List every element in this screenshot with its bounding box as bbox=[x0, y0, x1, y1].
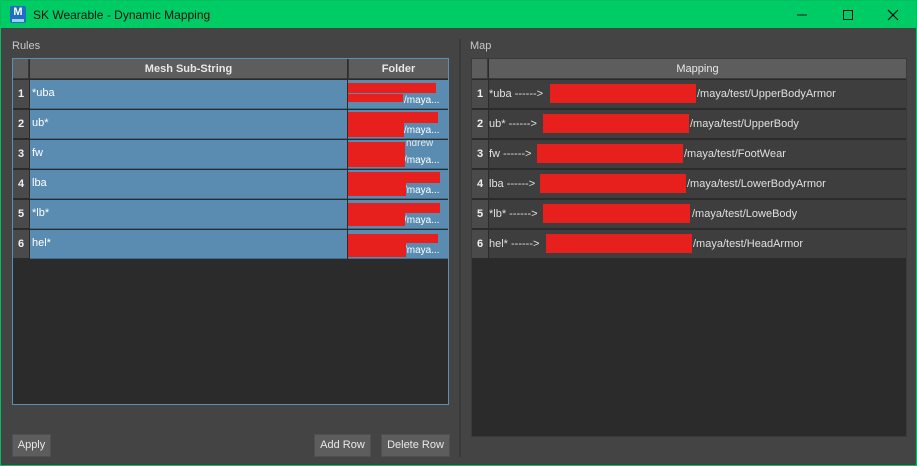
redaction-block bbox=[348, 234, 438, 243]
folder-cell[interactable]: /maya... bbox=[348, 200, 448, 229]
mapping-cell[interactable]: lba ------> /maya/test/LowerBodyArmor bbox=[489, 170, 906, 199]
mesh-cell[interactable]: lba bbox=[30, 170, 347, 199]
row-header[interactable]: 3 bbox=[13, 140, 29, 169]
folder-path-text: /maya... bbox=[404, 155, 440, 166]
maximize-icon bbox=[843, 10, 853, 20]
rules-label: Rules bbox=[12, 40, 41, 52]
apply-button[interactable]: Apply bbox=[12, 434, 51, 457]
redaction-block bbox=[543, 204, 690, 223]
folder-cell[interactable]: /maya... bbox=[348, 170, 448, 199]
mapping-prefix: hel* ------> bbox=[489, 238, 540, 250]
mapping-prefix: lba ------> bbox=[489, 178, 536, 190]
row-header[interactable]: 2 bbox=[13, 110, 29, 139]
row-header[interactable]: 4 bbox=[472, 170, 488, 199]
row-header[interactable]: 4 bbox=[13, 170, 29, 199]
folder-cell[interactable]: /maya... bbox=[348, 110, 448, 139]
row-header[interactable]: 5 bbox=[13, 200, 29, 229]
row-header[interactable]: 6 bbox=[472, 230, 488, 259]
folder-path-text: /maya... bbox=[404, 215, 440, 226]
redaction-block bbox=[550, 84, 696, 103]
redaction-block bbox=[348, 172, 440, 183]
mapping-prefix: ub* ------> bbox=[489, 118, 537, 130]
folder-path-text: /maya... bbox=[404, 125, 440, 136]
close-button[interactable] bbox=[870, 1, 916, 28]
redaction-block bbox=[348, 203, 440, 213]
map-label: Map bbox=[470, 40, 492, 52]
mapping-prefix: *uba ------> bbox=[489, 88, 544, 100]
folder-path-text: /maya... bbox=[404, 245, 440, 256]
mesh-cell[interactable]: *uba bbox=[30, 80, 347, 109]
redaction-block bbox=[348, 83, 436, 93]
folder-cell[interactable]: /maya... bbox=[348, 230, 448, 259]
mapping-cell[interactable]: fw ------> /maya/test/FootWear bbox=[489, 140, 906, 169]
app-icon: M bbox=[10, 6, 26, 23]
redaction-block bbox=[348, 112, 438, 123]
mapping-path: /maya/test/LowerBodyArmor bbox=[687, 178, 826, 190]
minimize-icon bbox=[797, 14, 807, 16]
row-header[interactable]: 1 bbox=[472, 80, 488, 109]
row-header[interactable]: 5 bbox=[472, 200, 488, 229]
delete-row-button[interactable]: Delete Row bbox=[381, 434, 450, 457]
mapping-path: /maya/test/LoweBody bbox=[692, 208, 798, 220]
rules-table[interactable]: Mesh Sub-String Folder 1 *uba /maya... 2… bbox=[12, 58, 449, 405]
redaction-block bbox=[546, 234, 692, 253]
redaction-block bbox=[348, 183, 406, 196]
mapping-prefix: fw ------> bbox=[489, 148, 532, 160]
mesh-cell[interactable]: hel* bbox=[30, 230, 347, 259]
row-header[interactable]: 2 bbox=[472, 110, 488, 139]
redaction-block bbox=[348, 142, 405, 167]
mapping-path: /maya/test/UpperBodyArmor bbox=[697, 88, 836, 100]
mapping-cell[interactable]: hel* ------> /maya/test/HeadArmor bbox=[489, 230, 906, 259]
row-header[interactable]: 1 bbox=[13, 80, 29, 109]
panel-splitter[interactable] bbox=[459, 39, 461, 457]
map-table[interactable]: Mapping 1 *uba ------> /maya/test/UpperB… bbox=[471, 58, 907, 437]
folder-path-text: /maya... bbox=[404, 185, 440, 196]
folder-cell[interactable]: /maya... bbox=[348, 80, 448, 109]
title-bar[interactable]: M SK Wearable - Dynamic Mapping bbox=[1, 1, 916, 28]
minimize-button[interactable] bbox=[779, 1, 825, 28]
maximize-button[interactable] bbox=[825, 1, 871, 28]
redaction-block bbox=[540, 174, 686, 193]
table-corner[interactable] bbox=[13, 59, 29, 79]
mapping-path: /maya/test/UpperBody bbox=[690, 118, 799, 130]
mesh-cell[interactable]: fw bbox=[30, 140, 347, 169]
redaction-block bbox=[348, 94, 403, 102]
folder-path-text: /maya... bbox=[404, 95, 440, 106]
folder-column-header[interactable]: Folder bbox=[348, 59, 448, 79]
mesh-column-header[interactable]: Mesh Sub-String bbox=[30, 59, 347, 79]
redaction-block bbox=[348, 123, 404, 137]
mapping-cell[interactable]: *uba ------> /maya/test/UpperBodyArmor bbox=[489, 80, 906, 109]
mesh-cell[interactable]: ub* bbox=[30, 110, 347, 139]
close-icon bbox=[887, 9, 899, 21]
mapping-cell[interactable]: ub* ------> /maya/test/UpperBody bbox=[489, 110, 906, 139]
table-corner[interactable] bbox=[472, 59, 488, 79]
row-header[interactable]: 3 bbox=[472, 140, 488, 169]
redaction-block bbox=[537, 144, 683, 163]
add-row-button[interactable]: Add Row bbox=[314, 434, 371, 457]
row-header[interactable]: 6 bbox=[13, 230, 29, 259]
mapping-path: /maya/test/HeadArmor bbox=[693, 238, 804, 250]
mapping-column-header[interactable]: Mapping bbox=[489, 59, 906, 79]
mesh-cell[interactable]: *lb* bbox=[30, 200, 347, 229]
folder-cell[interactable]: ndrew /maya... bbox=[348, 140, 448, 169]
mapping-path: /maya/test/FootWear bbox=[684, 148, 786, 160]
redaction-block bbox=[348, 243, 406, 257]
window-title: SK Wearable - Dynamic Mapping bbox=[33, 8, 211, 22]
redaction-block bbox=[543, 114, 689, 133]
redaction-block bbox=[348, 213, 405, 226]
mapping-cell[interactable]: *lb* ------> /maya/test/LoweBody bbox=[489, 200, 906, 229]
mapping-prefix: *lb* ------> bbox=[489, 208, 538, 220]
app-window: M SK Wearable - Dynamic Mapping Rules Ma… bbox=[0, 0, 917, 466]
folder-path-text: ndrew bbox=[406, 140, 434, 149]
